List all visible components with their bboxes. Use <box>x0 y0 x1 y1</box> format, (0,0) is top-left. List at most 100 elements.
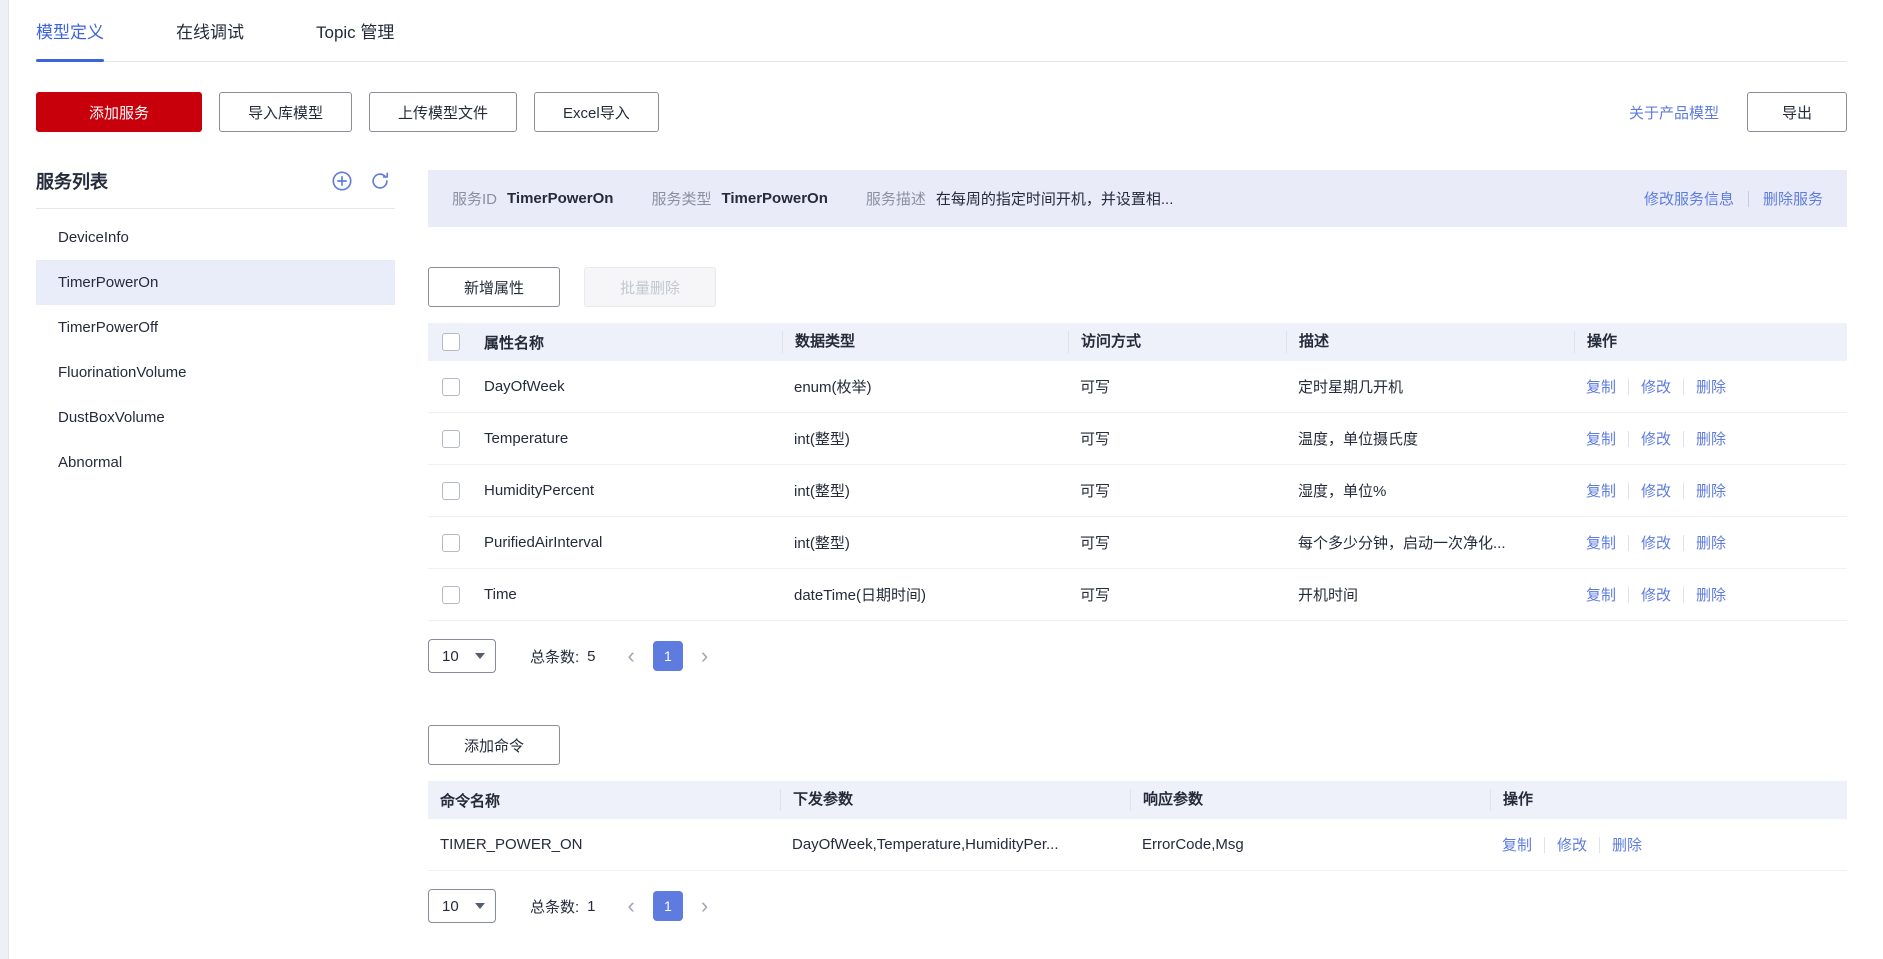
copy-link[interactable]: 复制 <box>1586 376 1616 397</box>
property-description: 温度，单位摄氏度 <box>1286 428 1574 449</box>
property-row: Time dateTime(日期时间) 可写 开机时间 复制修改删除 <box>428 569 1847 621</box>
copy-link[interactable]: 复制 <box>1586 428 1616 449</box>
property-row: HumidityPercent int(整型) 可写 湿度，单位% 复制修改删除 <box>428 465 1847 517</box>
edit-link[interactable]: 修改 <box>1641 480 1671 501</box>
about-product-model-link[interactable]: 关于产品模型 <box>1629 102 1719 123</box>
service-item-abnormal[interactable]: Abnormal <box>36 440 395 485</box>
service-desc-value: 在每周的指定时间开机，并设置相... <box>936 188 1174 209</box>
page-number-button[interactable]: 1 <box>653 891 683 921</box>
service-item-timerpoweron[interactable]: TimerPowerOn <box>36 260 395 305</box>
add-command-button[interactable]: 添加命令 <box>428 725 560 765</box>
edit-link[interactable]: 修改 <box>1641 428 1671 449</box>
upload-model-file-button[interactable]: 上传模型文件 <box>369 92 517 132</box>
service-item-dustboxvolume[interactable]: DustBoxVolume <box>36 395 395 440</box>
batch-delete-button[interactable]: 批量删除 <box>584 267 716 307</box>
col-data-type: 数据类型 <box>782 331 1068 353</box>
delete-link[interactable]: 删除 <box>1696 480 1726 501</box>
row-checkbox[interactable] <box>442 378 460 396</box>
chevron-left-icon[interactable]: ‹ <box>628 645 635 667</box>
row-checkbox[interactable] <box>442 586 460 604</box>
property-description: 开机时间 <box>1286 584 1574 605</box>
delete-link[interactable]: 删除 <box>1696 428 1726 449</box>
chevron-right-icon[interactable]: › <box>701 645 708 667</box>
commands-table: 命令名称 下发参数 响应参数 操作 TIMER_POWER_ON DayOfWe… <box>428 781 1847 871</box>
dropdown-caret-icon <box>475 903 485 909</box>
col-response-params: 响应参数 <box>1130 789 1490 811</box>
service-type-value: TimerPowerOn <box>721 190 827 207</box>
divider <box>1683 535 1684 551</box>
command-response-params: ErrorCode,Msg <box>1130 836 1490 853</box>
delete-link[interactable]: 删除 <box>1696 376 1726 397</box>
service-item-deviceinfo[interactable]: DeviceInfo <box>36 215 395 260</box>
add-service-plus-icon[interactable] <box>331 170 353 192</box>
property-data-type: enum(枚举) <box>782 376 1068 397</box>
divider <box>1599 837 1600 853</box>
col-property-name: 属性名称 <box>484 332 544 353</box>
page-size-value: 10 <box>442 648 459 665</box>
property-name: PurifiedAirInterval <box>484 534 602 551</box>
service-list-panel: 服务列表 DeviceInfo TimerPowerOn TimerPowerO… <box>36 158 395 923</box>
divider <box>1628 431 1629 447</box>
row-checkbox[interactable] <box>442 534 460 552</box>
page-size-select[interactable]: 10 <box>428 889 496 923</box>
service-list-title: 服务列表 <box>36 168 108 194</box>
service-id-label: 服务ID <box>452 188 497 209</box>
chevron-right-icon[interactable]: › <box>701 895 708 917</box>
tab-model-definition[interactable]: 模型定义 <box>36 18 104 61</box>
divider <box>1683 379 1684 395</box>
property-row: Temperature int(整型) 可写 温度，单位摄氏度 复制修改删除 <box>428 413 1847 465</box>
import-library-model-button[interactable]: 导入库模型 <box>219 92 352 132</box>
copy-link[interactable]: 复制 <box>1502 834 1532 855</box>
property-data-type: dateTime(日期时间) <box>782 584 1068 605</box>
property-description: 湿度，单位% <box>1286 480 1574 501</box>
col-access-mode: 访问方式 <box>1068 331 1286 353</box>
copy-link[interactable]: 复制 <box>1586 584 1616 605</box>
divider <box>1628 379 1629 395</box>
delete-service-link[interactable]: 删除服务 <box>1763 188 1823 209</box>
chevron-left-icon[interactable]: ‹ <box>628 895 635 917</box>
total-label: 总条数: <box>530 646 579 667</box>
properties-table-header: 属性名称 数据类型 访问方式 描述 操作 <box>428 323 1847 361</box>
divider <box>1683 587 1684 603</box>
property-row: DayOfWeek enum(枚举) 可写 定时星期几开机 复制修改删除 <box>428 361 1847 413</box>
page-number-button[interactable]: 1 <box>653 641 683 671</box>
edit-service-link[interactable]: 修改服务信息 <box>1644 188 1734 209</box>
service-id-value: TimerPowerOn <box>507 190 613 207</box>
edit-link[interactable]: 修改 <box>1641 532 1671 553</box>
divider <box>1748 191 1749 207</box>
properties-pagination: 10 总条数: 5 ‹ 1 › <box>428 639 1847 673</box>
edit-link[interactable]: 修改 <box>1641 584 1671 605</box>
service-item-timerpoweroff[interactable]: TimerPowerOff <box>36 305 395 350</box>
excel-import-button[interactable]: Excel导入 <box>534 92 659 132</box>
col-send-params: 下发参数 <box>780 789 1130 811</box>
service-item-fluorinationvolume[interactable]: FluorinationVolume <box>36 350 395 395</box>
select-all-checkbox[interactable] <box>442 333 460 351</box>
add-service-button[interactable]: 添加服务 <box>36 92 202 132</box>
add-property-button[interactable]: 新增属性 <box>428 267 560 307</box>
edit-link[interactable]: 修改 <box>1557 834 1587 855</box>
divider <box>1683 431 1684 447</box>
property-row: PurifiedAirInterval int(整型) 可写 每个多少分钟，启动… <box>428 517 1847 569</box>
tab-topic-management[interactable]: Topic 管理 <box>316 18 394 61</box>
property-name: HumidityPercent <box>484 482 594 499</box>
property-name: DayOfWeek <box>484 378 565 395</box>
delete-link[interactable]: 删除 <box>1696 584 1726 605</box>
divider <box>1628 483 1629 499</box>
delete-link[interactable]: 删除 <box>1696 532 1726 553</box>
dropdown-caret-icon <box>475 653 485 659</box>
divider <box>1628 535 1629 551</box>
copy-link[interactable]: 复制 <box>1586 532 1616 553</box>
edit-link[interactable]: 修改 <box>1641 376 1671 397</box>
row-checkbox[interactable] <box>442 482 460 500</box>
refresh-icon[interactable] <box>369 170 391 192</box>
delete-link[interactable]: 删除 <box>1612 834 1642 855</box>
tab-online-debug[interactable]: 在线调试 <box>176 18 244 61</box>
property-description: 定时星期几开机 <box>1286 376 1574 397</box>
command-name: TIMER_POWER_ON <box>428 836 780 853</box>
copy-link[interactable]: 复制 <box>1586 480 1616 501</box>
service-list: DeviceInfo TimerPowerOn TimerPowerOff Fl… <box>36 208 395 485</box>
row-checkbox[interactable] <box>442 430 460 448</box>
total-count: 1 <box>587 898 595 915</box>
page-size-select[interactable]: 10 <box>428 639 496 673</box>
export-button[interactable]: 导出 <box>1747 92 1847 132</box>
